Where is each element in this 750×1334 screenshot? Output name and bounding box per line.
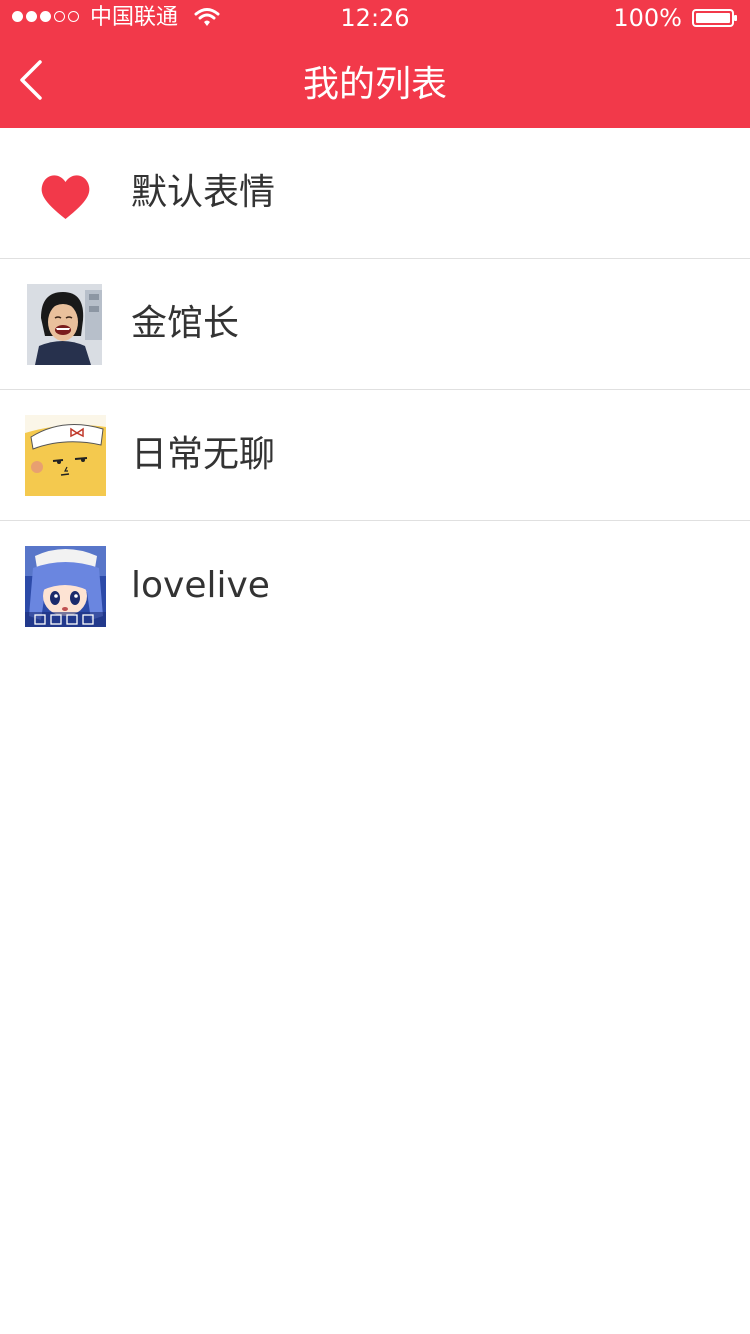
list-item-jin-guanzhang[interactable]: 金馆长 — [0, 259, 750, 390]
cartoon-face-thumbnail — [25, 415, 106, 496]
heart-icon — [41, 175, 90, 219]
list-item-label: 金馆长 — [131, 303, 240, 344]
header: 中国联通 12:26 100% 我的列表 — [0, 0, 750, 128]
battery-icon — [692, 9, 737, 27]
page-title: 我的列表 — [302, 64, 447, 105]
meme-photo-thumbnail — [27, 284, 102, 365]
list-item-daily-boredom[interactable]: 日常无聊 — [0, 390, 750, 521]
list-item-label: 日常无聊 — [131, 434, 276, 475]
sticker-list: 默认表情 金馆长 日常无聊 lovelive — [0, 128, 750, 652]
status-bar: 中国联通 12:26 100% — [0, 0, 750, 36]
battery-percentage: 100% — [613, 4, 682, 32]
list-item-label: lovelive — [131, 565, 270, 606]
anime-girl-thumbnail — [25, 546, 106, 627]
list-item-lovelive[interactable]: lovelive — [0, 521, 750, 652]
list-item-default-stickers[interactable]: 默认表情 — [0, 128, 750, 259]
list-item-label: 默认表情 — [131, 172, 276, 213]
